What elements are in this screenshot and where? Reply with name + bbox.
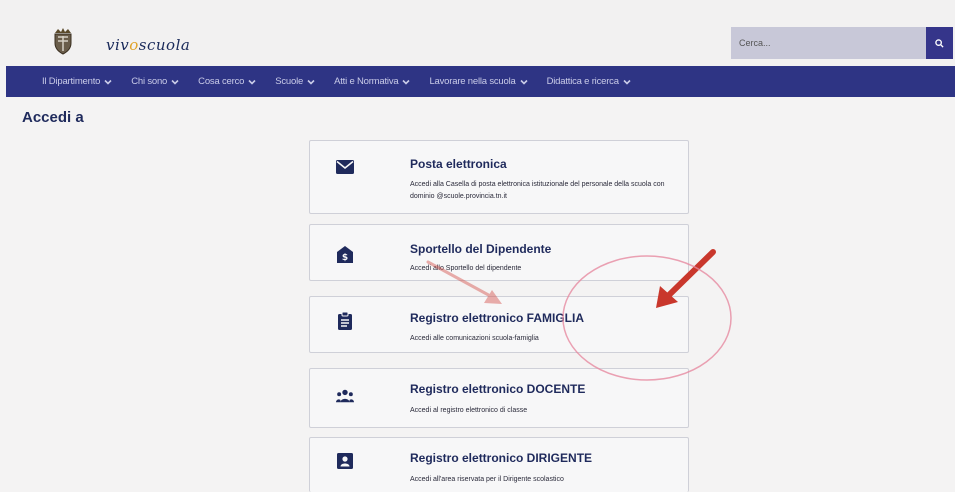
logo-text-prefix: viv xyxy=(106,36,130,54)
card-title: Registro elettronico FAMIGLIA xyxy=(410,311,585,325)
clipboard-icon xyxy=(336,312,354,330)
search-icon xyxy=(935,38,944,48)
logo-text-accent: o xyxy=(129,36,139,54)
page-title: Accedi a xyxy=(22,109,84,126)
card-description: Accedi alle comunicazioni scuola-famigli… xyxy=(410,335,539,342)
site-header: vivoscuola xyxy=(0,0,955,66)
nav-item-cosa-cerco[interactable]: Cosa cerco xyxy=(198,76,256,87)
nav-item-label: Chi sono xyxy=(131,76,168,87)
nav-item-label: Cosa cerco xyxy=(198,76,245,87)
nav-item-label: Lavorare nella scuola xyxy=(429,76,516,87)
card-description: Accedi alla Casella di posta elettronica… xyxy=(410,181,665,200)
card-title: Sportello del Dipendente xyxy=(410,242,552,256)
card-sportello-dipendente[interactable]: $ Sportello del Dipendente Accedi allo S… xyxy=(309,224,689,281)
card-registro-docente[interactable]: Registro elettronico DOCENTE Accedi al r… xyxy=(309,368,689,428)
card-description: Accedi allo Sportello del dipendente xyxy=(410,265,522,272)
card-registro-famiglia[interactable]: Registro elettronico FAMIGLIA Accedi all… xyxy=(309,296,689,353)
chevron-down-icon xyxy=(307,79,315,85)
nav-item-label: Scuole xyxy=(275,76,304,87)
card-description: Accedi all'area riservata per il Dirigen… xyxy=(410,476,564,483)
nav-item-scuole[interactable]: Scuole xyxy=(275,76,315,87)
chevron-down-icon xyxy=(248,79,256,85)
nav-item-label: Il Dipartimento xyxy=(42,76,101,87)
card-posta-elettronica[interactable]: Posta elettronica Accedi alla Casella di… xyxy=(309,140,689,214)
nav-item-lavorare[interactable]: Lavorare nella scuola xyxy=(429,76,528,87)
logo-text-suffix: scuola xyxy=(138,36,191,54)
id-card-icon xyxy=(336,452,354,470)
card-registro-dirigente[interactable]: Registro elettronico DIRIGENTE Accedi al… xyxy=(309,437,689,492)
nav-item-chi-sono[interactable]: Chi sono xyxy=(131,76,179,87)
crest-icon[interactable] xyxy=(52,27,74,55)
chevron-down-icon xyxy=(520,79,528,85)
chevron-down-icon xyxy=(171,79,179,85)
dollar-house-icon: $ xyxy=(336,245,354,263)
search-input[interactable] xyxy=(731,27,926,59)
site-logo[interactable]: vivoscuola xyxy=(106,36,190,54)
nav-item-didattica[interactable]: Didattica e ricerca xyxy=(547,76,631,87)
envelope-icon xyxy=(336,158,354,176)
search-box xyxy=(731,27,953,59)
chevron-down-icon xyxy=(623,79,631,85)
search-button[interactable] xyxy=(926,27,953,59)
chevron-down-icon xyxy=(104,79,112,85)
chevron-down-icon xyxy=(402,79,411,85)
nav-item-atti-normativa[interactable]: Atti e Normativa xyxy=(334,76,411,87)
main-nav: Il Dipartimento Chi sono Cosa cerco Scuo… xyxy=(6,66,955,97)
nav-item-dipartimento[interactable]: Il Dipartimento xyxy=(42,76,112,87)
nav-item-label: Didattica e ricerca xyxy=(546,76,619,87)
card-title: Posta elettronica xyxy=(410,157,507,171)
users-icon xyxy=(336,387,354,405)
card-title: Registro elettronico DIRIGENTE xyxy=(410,451,593,465)
svg-text:$: $ xyxy=(342,253,348,263)
nav-item-label: Atti e Normativa xyxy=(334,76,399,87)
card-title: Registro elettronico DOCENTE xyxy=(410,382,586,396)
card-description: Accedi al registro elettronico di classe xyxy=(410,407,528,414)
